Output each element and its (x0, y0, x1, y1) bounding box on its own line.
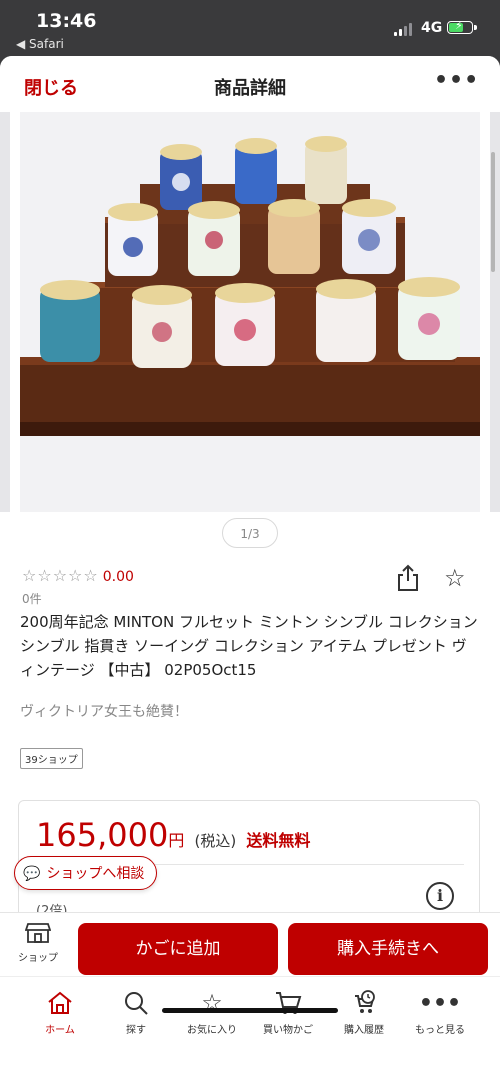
history-icon (355, 990, 375, 1013)
share-icon[interactable] (396, 564, 420, 592)
shop-icon (24, 923, 52, 943)
price-tax: (税込) (194, 832, 237, 850)
signal-icon (394, 22, 414, 36)
tab-search[interactable]: 探す (100, 989, 172, 1036)
shop-badge: 39ショップ (20, 748, 83, 769)
shop-button-label: ショップ (18, 953, 58, 964)
tab-label: 探す (126, 1025, 146, 1036)
scrollbar[interactable] (491, 152, 495, 272)
network-type: 4G (421, 20, 443, 36)
tab-label: もっと見る (415, 1025, 465, 1036)
more-icon: ••• (418, 990, 462, 1016)
rating-stars: ☆☆☆☆☆ (22, 566, 99, 585)
tab-home[interactable]: ホーム (24, 989, 96, 1036)
shop-consult-button[interactable]: 💬 ショップへ相談 (14, 856, 158, 890)
rating-score: 0.00 (102, 569, 134, 585)
search-icon (125, 992, 148, 1015)
tab-label: 購入履歴 (344, 1025, 384, 1036)
shop-button[interactable]: ショップ (10, 921, 66, 964)
battery-icon: ⚡ (447, 19, 477, 34)
previous-image-peek[interactable] (0, 112, 10, 512)
status-time: 13:46 (36, 10, 97, 32)
free-shipping-label: 送料無料 (246, 831, 311, 850)
product-detail-sheet: 商品詳細 閉じる ••• 1/3 ☆☆☆☆☆ 0.00 0件 ☆ 200周年記念… (0, 56, 500, 1080)
checkout-button[interactable]: 購入手続きへ (288, 923, 488, 975)
tab-label: 買い物かご (263, 1025, 313, 1036)
home-icon (48, 991, 72, 1014)
info-icon[interactable]: i (426, 882, 454, 910)
sheet-header: 商品詳細 閉じる ••• (0, 56, 500, 112)
back-to-safari-link[interactable]: ◀ Safari (16, 37, 64, 51)
rating[interactable]: ☆☆☆☆☆ 0.00 (22, 566, 134, 585)
tab-purchase-history[interactable]: 購入履歴 (328, 989, 400, 1036)
tab-more[interactable]: ••• もっと見る (404, 989, 476, 1037)
more-options-button[interactable]: ••• (434, 68, 479, 93)
price-amount: 165,000 (36, 816, 169, 854)
price: 165,000円 (税込) 送料無料 (36, 816, 310, 854)
star-icon[interactable]: ☆ (444, 564, 466, 592)
tab-label: ホーム (45, 1025, 75, 1036)
shop-consult-label: ショップへ相談 (46, 866, 145, 882)
add-to-cart-button[interactable]: かごに追加 (78, 923, 278, 975)
price-unit: 円 (168, 831, 185, 850)
chat-icon: 💬 (23, 866, 41, 882)
tab-bar: ホーム 探す ☆ お気に入り 買い物かご 購入履歴 ••• もっと見る (0, 976, 500, 1080)
action-bar: ショップ かごに追加 購入手続きへ (0, 912, 500, 977)
close-button[interactable]: 閉じる (24, 74, 78, 100)
product-title: 200周年記念 MINTON フルセット ミントン シンブル コレクション シン… (20, 613, 478, 679)
home-indicator[interactable] (162, 1008, 338, 1013)
image-pager: 1/3 (222, 518, 278, 548)
catch-copy: ヴィクトリア女王も絶賛！ (20, 704, 188, 720)
tab-label: お気に入り (187, 1025, 237, 1036)
review-count[interactable]: 0件 (22, 590, 42, 607)
status-bar: 13:46 ◀ Safari 4G ⚡ (0, 0, 500, 52)
product-image[interactable] (20, 112, 480, 512)
